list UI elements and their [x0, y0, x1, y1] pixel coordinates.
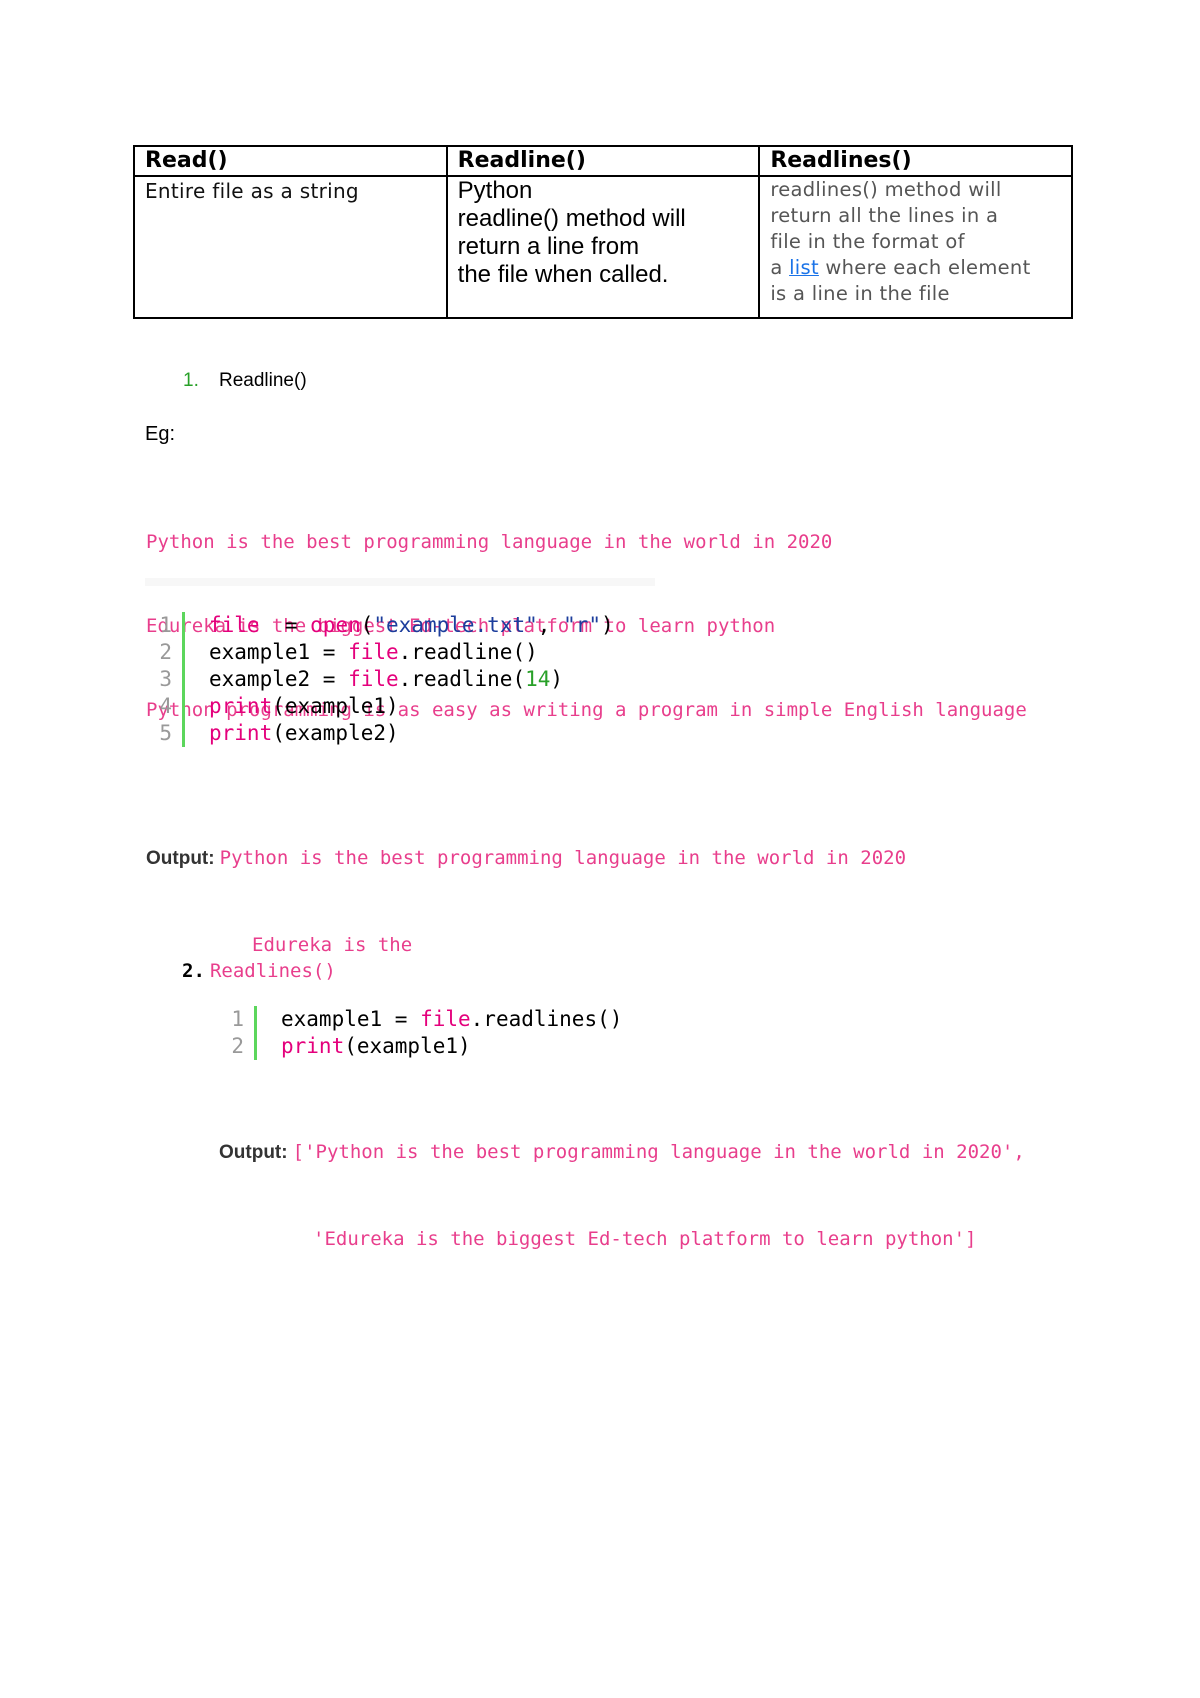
example-line: Python is the best programming language … — [146, 531, 833, 553]
token: example1 = — [281, 1007, 421, 1031]
token-kw: file — [209, 613, 260, 637]
output-readlines: Output: ['Python is the best programming… — [219, 1080, 1025, 1283]
readline-desc-line: readline() method will — [457, 205, 686, 232]
gutter-bar — [182, 720, 185, 747]
read-description: Entire file as a string — [133, 175, 448, 319]
output-line: Python is the best programming language … — [219, 847, 907, 869]
code-text: example2 = file.readline(14) — [209, 666, 563, 693]
code-line: 5 print(example2) — [140, 720, 614, 747]
token: example1 = — [209, 640, 349, 664]
section-title: Readlines() — [209, 960, 336, 982]
table-header-row: Read() Readline() Readlines() — [133, 145, 1073, 177]
code-text: example1 = file.readlines() — [281, 1006, 622, 1033]
gutter-bar — [182, 612, 185, 639]
line-number: 1 — [159, 613, 172, 637]
token: .readlines() — [470, 1007, 623, 1031]
readline-desc-line: the file when called. — [457, 261, 669, 288]
token-kw: file — [348, 667, 399, 691]
token-kw: print — [281, 1034, 345, 1058]
token-kw: file — [420, 1007, 471, 1031]
header-readlines: Readlines() — [758, 145, 1073, 177]
token-kw: file — [348, 640, 399, 664]
code-text: print(example1) — [281, 1033, 471, 1060]
output-readline: Output: Python is the best programming l… — [146, 786, 906, 989]
code-text: example1 = file.readline() — [209, 639, 538, 666]
section-title: Readline() — [219, 370, 307, 391]
token-str: "r" — [563, 613, 601, 637]
section-2-heading: 2. Readlines() — [182, 960, 336, 982]
code-text: file = open("example.txt", "r") — [209, 612, 614, 639]
readline-description: Python readline() method will return a l… — [445, 175, 761, 319]
readlines-desc-line: a list where each element — [770, 255, 1061, 281]
line-number: 4 — [159, 694, 172, 718]
code-line: 4 print(example1) — [140, 693, 614, 720]
token: = — [259, 613, 311, 637]
line-number: 3 — [159, 667, 172, 691]
token: example2 = — [209, 667, 349, 691]
code-block-readline: 1 file = open("example.txt", "r") 2 example… — [140, 612, 614, 747]
text: where each element — [818, 256, 1031, 279]
gutter-bar — [182, 639, 185, 666]
line-number: 2 — [159, 640, 172, 664]
output-line: ['Python is the best programming languag… — [292, 1141, 1025, 1163]
token-kw: print — [209, 694, 273, 718]
token-kw: open — [310, 613, 361, 637]
code-line: 2 example1 = file.readline() — [140, 639, 614, 666]
readline-desc-line: return a line from — [457, 233, 640, 260]
header-readline: Readline() — [445, 145, 761, 177]
token: (example1) — [344, 1034, 471, 1058]
readlines-desc-line: is a line in the file — [770, 282, 950, 305]
token: (example2) — [272, 721, 399, 745]
divider — [145, 578, 655, 586]
code-line: 2 print(example1) — [212, 1033, 622, 1060]
code-text: print(example2) — [209, 720, 399, 747]
token: .readline( — [398, 667, 526, 691]
readline-desc-line: Python — [457, 177, 533, 204]
gutter-bar — [254, 1033, 257, 1060]
output-line: Edureka is the — [252, 934, 413, 956]
line-number: 1 — [231, 1007, 244, 1031]
gutter-bar — [182, 693, 185, 720]
comparison-table: Read() Readline() Readlines() Entire fil… — [133, 145, 1073, 319]
table-row: Entire file as a string Python readline(… — [133, 175, 1073, 319]
list-link[interactable]: list — [789, 256, 819, 279]
readlines-desc-line: return all the lines in a — [770, 204, 999, 227]
readlines-desc-line: readlines() method will — [770, 178, 1002, 201]
output-line: 'Edureka is the biggest Ed-tech platform… — [313, 1228, 977, 1250]
code-block-readlines: 1 example1 = file.readlines() 2 print(examp… — [212, 1006, 622, 1060]
readlines-desc-line: file in the format of — [770, 230, 965, 253]
token: ( — [360, 613, 374, 637]
code-text: print(example1) — [209, 693, 399, 720]
list-number: 2. — [182, 960, 205, 982]
code-line: 1 file = open("example.txt", "r") — [140, 612, 614, 639]
line-number: 5 — [159, 721, 172, 745]
token-num: 14 — [525, 667, 551, 691]
text: a — [770, 256, 790, 279]
token: .readline() — [398, 640, 538, 664]
gutter-bar — [182, 666, 185, 693]
output-label: Output: — [146, 848, 215, 869]
token-kw: print — [209, 721, 273, 745]
token: (example1) — [272, 694, 399, 718]
token: , — [537, 613, 564, 637]
eg-label: Eg: — [145, 423, 176, 445]
token-str: "example.txt" — [373, 613, 538, 637]
section-1-heading: 1. Readline() — [183, 370, 307, 392]
output-label: Output: — [219, 1142, 288, 1163]
code-line: 1 example1 = file.readlines() — [212, 1006, 622, 1033]
header-read: Read() — [133, 145, 448, 177]
list-number: 1. — [183, 370, 199, 391]
gutter-bar — [254, 1006, 257, 1033]
code-line: 3 example2 = file.readline(14) — [140, 666, 614, 693]
line-number: 2 — [231, 1034, 244, 1058]
readlines-description: readlines() method will return all the l… — [758, 175, 1073, 319]
token: ) — [601, 613, 614, 637]
token: ) — [550, 667, 564, 691]
